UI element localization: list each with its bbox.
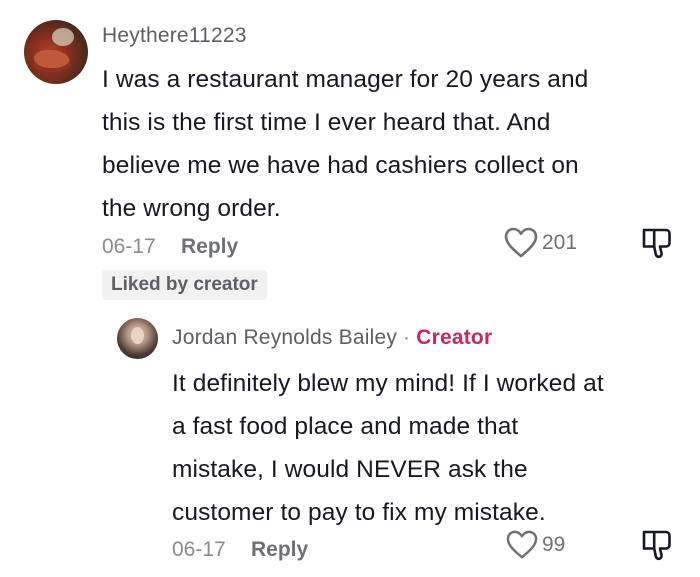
comment-line: believe me we have had cashiers collect … [102, 152, 579, 179]
reply-username-row: Jordan Reynolds Bailey · Creator [172, 326, 492, 350]
reply-line: a fast food place and made that [172, 413, 519, 440]
reply-date: 06-17 [172, 538, 226, 561]
like-count: 201 [542, 231, 578, 254]
comment-date: 06-17 [102, 235, 156, 258]
heart-outline-icon [504, 227, 538, 258]
comment-line: this is the first time I ever heard that… [102, 109, 551, 136]
reply-line: It definitely blew my mind! If I worked … [172, 370, 604, 397]
reply-dislike-button[interactable] [640, 528, 674, 567]
creator-tag: Creator [416, 326, 493, 349]
heart-outline-icon [506, 530, 538, 559]
comment-line: the wrong order. [102, 195, 281, 222]
reply-like-count: 99 [542, 533, 566, 556]
comment-text: I was a restaurant manager for 20 years … [102, 58, 588, 230]
reply-text: It definitely blew my mind! If I worked … [172, 362, 604, 534]
like-button[interactable]: 201 [504, 227, 577, 259]
reply-like-button[interactable]: 99 [506, 530, 565, 560]
dislike-button[interactable] [640, 226, 674, 265]
reply-button[interactable]: Reply [181, 235, 238, 259]
reply-line: customer to pay to fix my mistake. [172, 499, 546, 526]
comment-line: I was a restaurant manager for 20 years … [102, 66, 589, 93]
avatar-food-image [34, 50, 70, 72]
liked-by-creator-badge: Liked by creator [102, 270, 267, 300]
creator-avatar[interactable] [117, 318, 158, 359]
avatar-face [131, 327, 144, 344]
commenter-avatar[interactable] [24, 20, 88, 84]
commenter-username[interactable]: Heythere11223 [102, 24, 247, 48]
thumbs-down-outline-icon [642, 228, 671, 259]
thumbs-down-outline-icon [642, 530, 671, 561]
separator-dot: · [403, 326, 411, 349]
reply-button[interactable]: Reply [251, 538, 308, 562]
creator-username[interactable]: Jordan Reynolds Bailey [172, 326, 397, 349]
reply-line: mistake, I would NEVER ask the [172, 456, 528, 483]
avatar-highlight [52, 28, 74, 46]
